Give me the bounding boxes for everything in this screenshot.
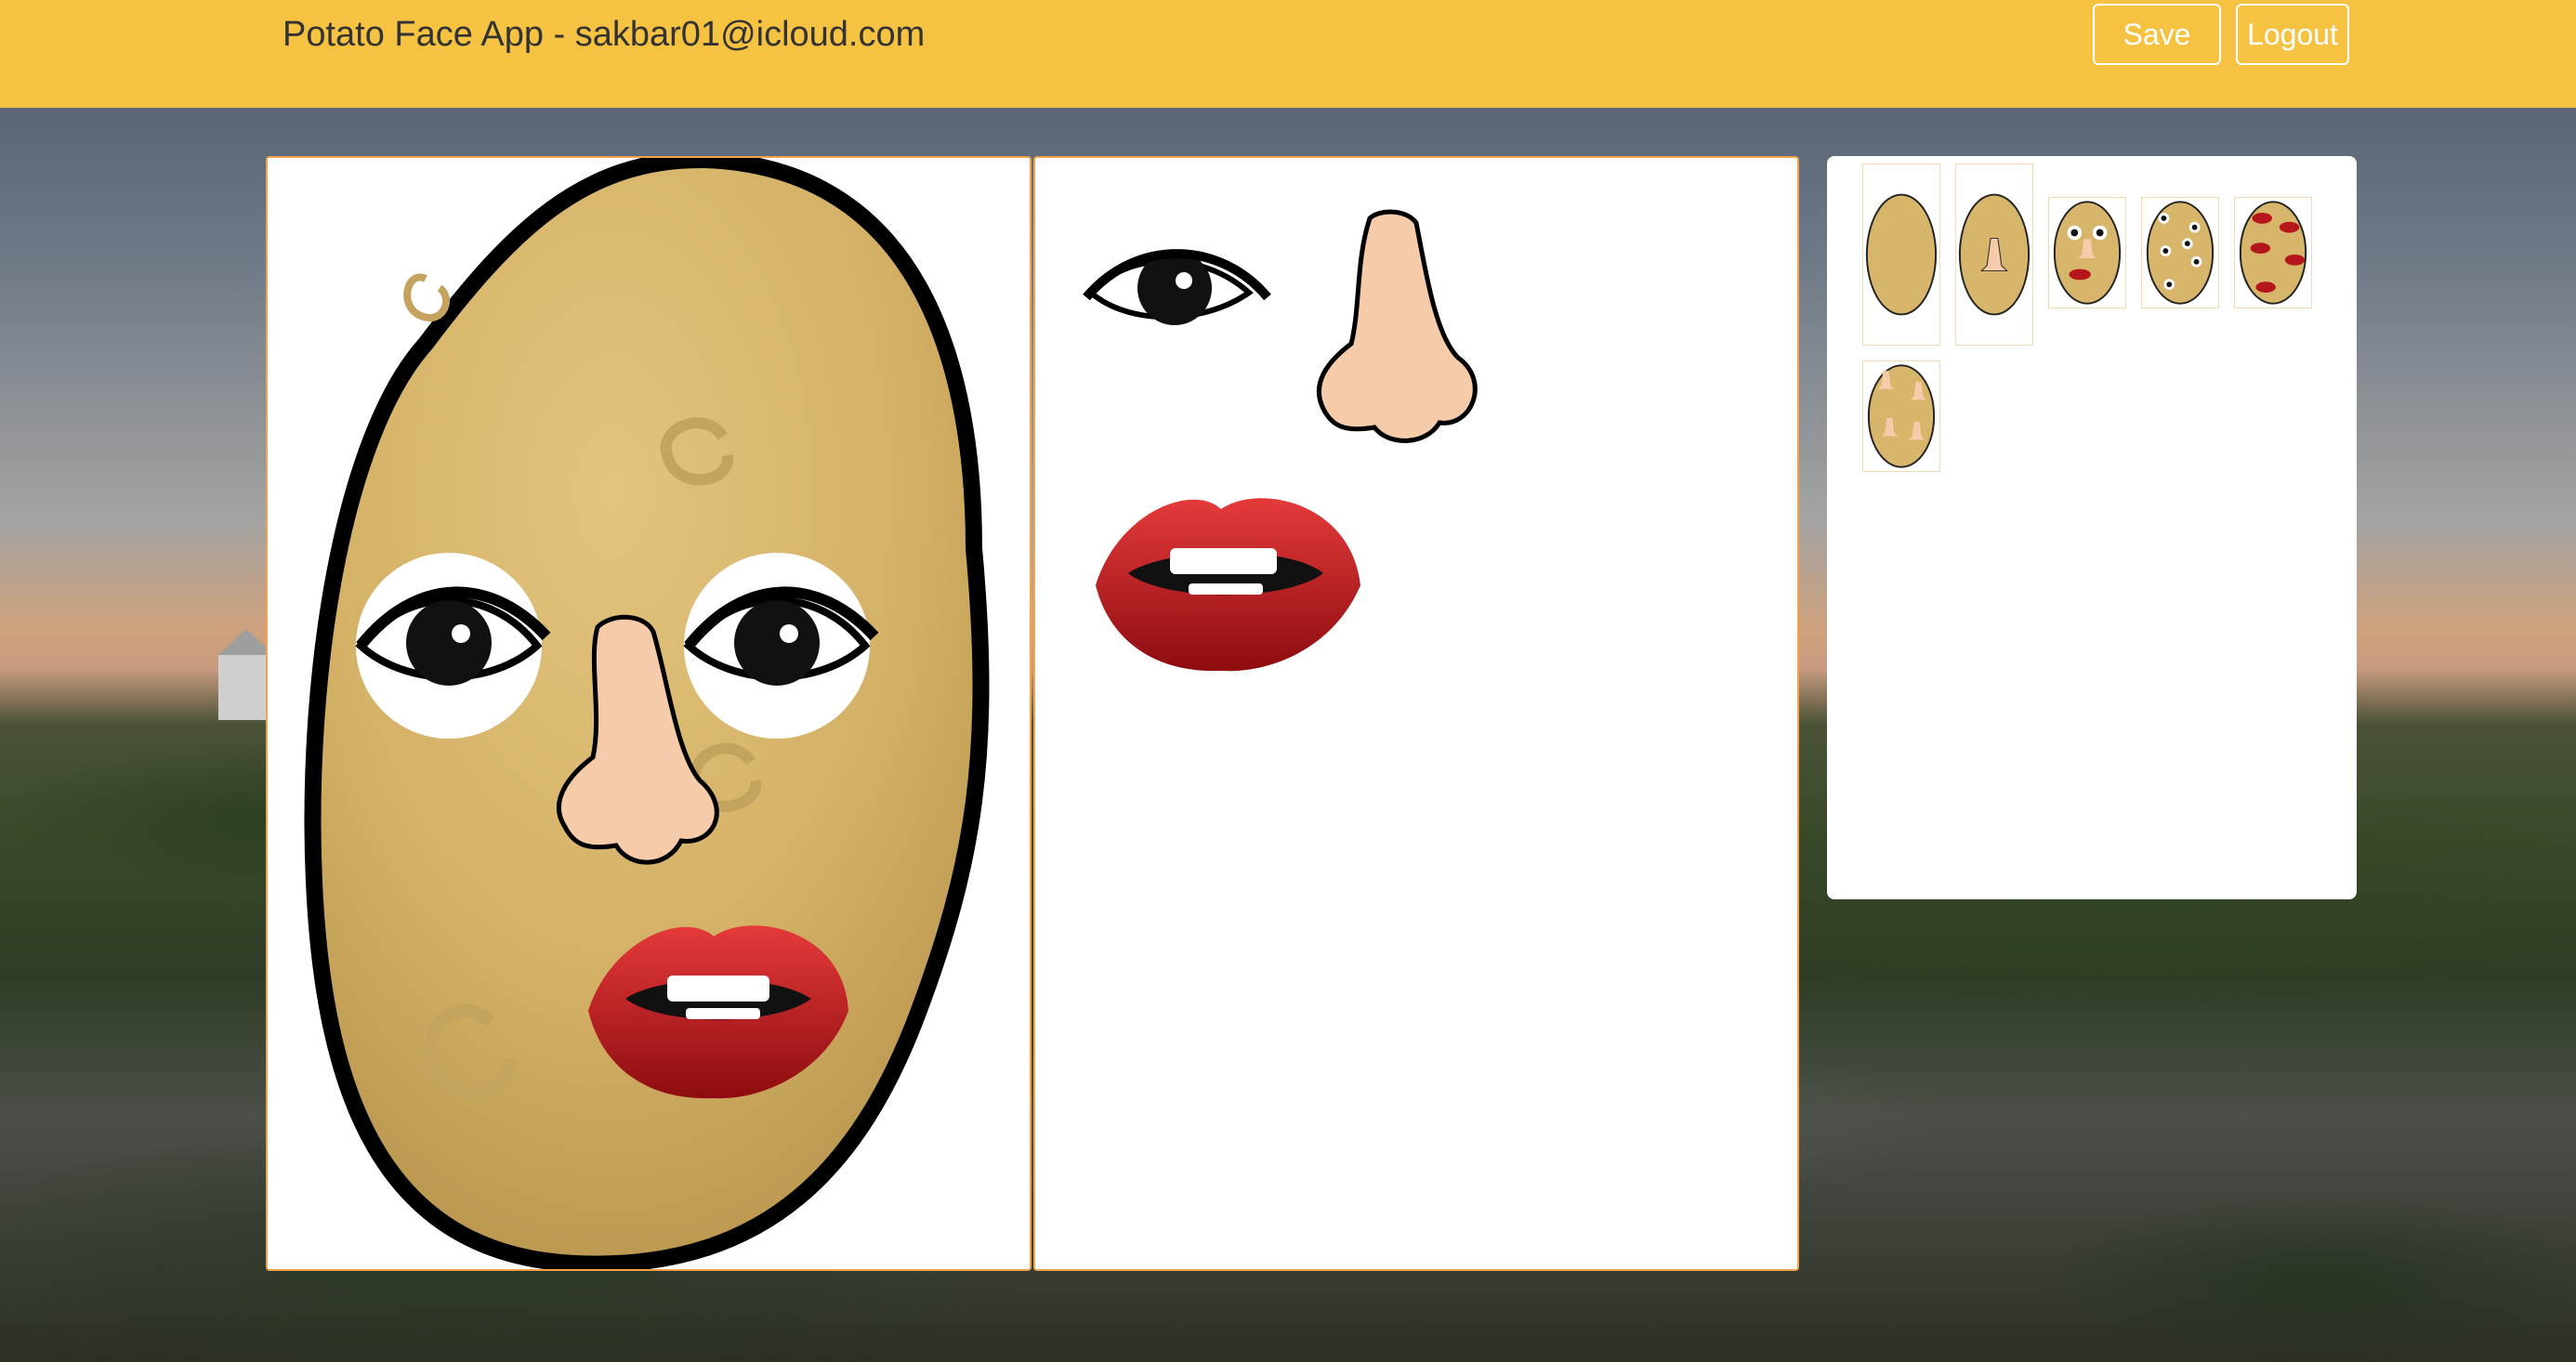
app-header: Potato Face App - sakbar01@icloud.com Sa… <box>0 0 2576 108</box>
logout-button[interactable]: Logout <box>2236 4 2349 65</box>
saved-faces-gallery <box>1827 156 2357 899</box>
app-title: Potato Face App - sakbar01@icloud.com <box>283 15 926 54</box>
gallery-thumbnail[interactable] <box>2141 197 2219 308</box>
palette-lips[interactable] <box>1096 498 1360 672</box>
gallery-thumbnail[interactable] <box>1862 164 1940 346</box>
parts-palette <box>1033 156 1799 1271</box>
gallery-thumbnail[interactable] <box>1955 164 2033 346</box>
save-button[interactable]: Save <box>2093 4 2221 65</box>
palette-eye[interactable] <box>1083 249 1271 325</box>
gallery-thumbnail[interactable] <box>2234 197 2312 308</box>
gallery-thumbnail[interactable] <box>1862 360 1940 472</box>
potato-canvas[interactable] <box>266 156 1032 1271</box>
potato-face-canvas-svg <box>304 158 990 1269</box>
gallery-thumbnail[interactable] <box>2048 197 2126 308</box>
palette-nose[interactable] <box>1316 209 1478 443</box>
parts-palette-svg <box>1083 209 1478 672</box>
